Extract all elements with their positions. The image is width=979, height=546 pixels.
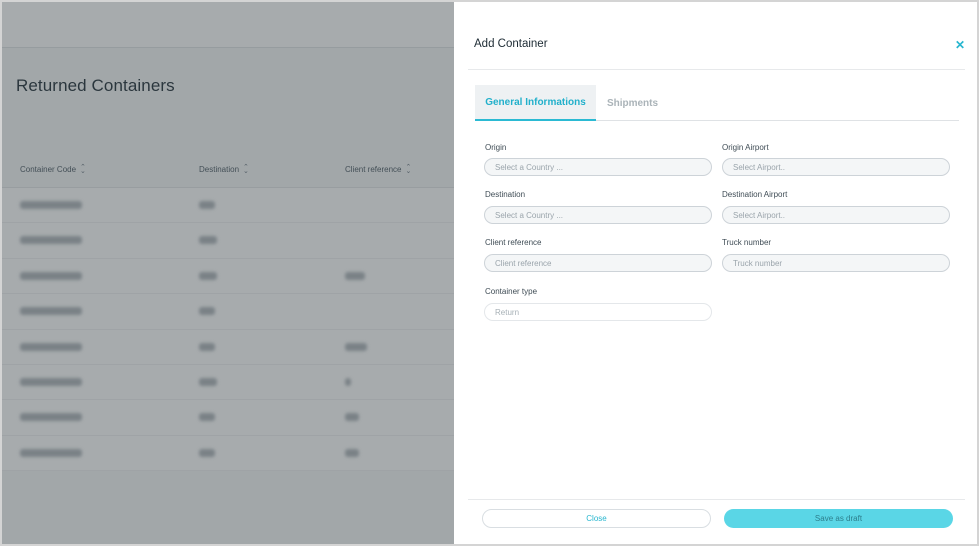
save-as-draft-button[interactable]: Save as draft bbox=[724, 509, 953, 528]
container-type-label: Container type bbox=[485, 287, 538, 296]
container-type-field: Return bbox=[484, 303, 712, 321]
client-reference-input[interactable]: Client reference bbox=[484, 254, 712, 272]
add-container-drawer: Add Container ✕ General Informations Shi… bbox=[454, 2, 977, 544]
app-window: Returned Containers Container Code ⌃ ⌄ De… bbox=[0, 0, 979, 546]
background-page: Returned Containers Container Code ⌃ ⌄ De… bbox=[2, 2, 454, 544]
origin-airport-select[interactable]: Select Airport.. bbox=[722, 158, 950, 176]
drawer-header: Add Container ✕ bbox=[468, 2, 965, 70]
origin-select[interactable]: Select a Country ... bbox=[484, 158, 712, 176]
close-button[interactable]: Close bbox=[482, 509, 711, 528]
tab-shipments[interactable]: Shipments bbox=[596, 85, 669, 121]
truck-number-label: Truck number bbox=[722, 238, 772, 247]
modal-overlay[interactable] bbox=[2, 2, 454, 544]
destination-airport-select[interactable]: Select Airport.. bbox=[722, 206, 950, 224]
destination-select[interactable]: Select a Country ... bbox=[484, 206, 712, 224]
truck-number-input[interactable]: Truck number bbox=[722, 254, 950, 272]
tab-general-informations[interactable]: General Informations bbox=[475, 85, 596, 121]
client-reference-label: Client reference bbox=[485, 238, 542, 247]
origin-airport-label: Origin Airport bbox=[722, 143, 769, 152]
destination-airport-label: Destination Airport bbox=[722, 190, 788, 199]
drawer-footer: Close Save as draft bbox=[468, 499, 965, 544]
drawer-title: Add Container bbox=[474, 38, 548, 50]
tab-bar: General Informations Shipments bbox=[475, 85, 959, 121]
close-icon[interactable]: ✕ bbox=[955, 38, 965, 52]
destination-label: Destination bbox=[485, 190, 526, 199]
origin-label: Origin bbox=[485, 143, 507, 152]
